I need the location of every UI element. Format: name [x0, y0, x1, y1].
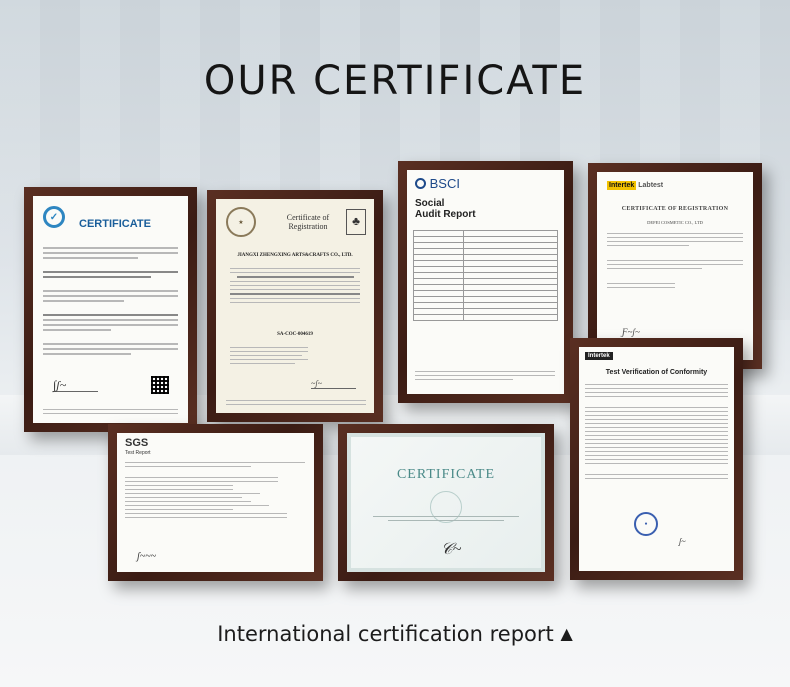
- details-block: [230, 344, 360, 367]
- certificate-body: [607, 230, 743, 291]
- intertek-logo: Intertek: [585, 352, 613, 360]
- report-subtitle: Test Report: [125, 450, 151, 456]
- qr-code-icon: [151, 376, 169, 394]
- certificate-title: CERTIFICATE OF REGISTRATION: [621, 206, 729, 212]
- certificate-frame-registration[interactable]: ★ Certificate of Registration ♣ JIANGXI …: [207, 190, 383, 422]
- page-title: OUR CERTIFICATE: [203, 58, 587, 104]
- company-name: JIANGXI ZHENGXING ARTS&CRAFTS CO., LTD.: [237, 253, 353, 258]
- certificate-heading: Certificate of Registration: [268, 213, 348, 231]
- signature: Ƒ~ʃ~: [622, 327, 640, 337]
- bsci-globe-icon: [415, 178, 426, 189]
- certificate-paper: ★ Certificate of Registration ♣ JIANGXI …: [216, 199, 374, 413]
- intertek-brand: Intertek: [607, 181, 637, 190]
- title-line1: Social: [415, 198, 445, 209]
- bsci-logo-text: BSCI: [429, 176, 460, 191]
- title-line2: Registration: [288, 222, 328, 231]
- footer-lines: [226, 397, 366, 408]
- certificate-paper: Intertek Test Verification of Conformity…: [579, 347, 734, 571]
- certificate-body: [230, 265, 360, 306]
- certificate-frame-intertek-verification[interactable]: Intertek Test Verification of Conformity…: [570, 338, 743, 580]
- footer-lines: [43, 406, 178, 417]
- signature: ʃ~: [679, 537, 686, 546]
- caption-text: International certification report: [217, 622, 554, 646]
- footer-caption: International certification report ▲: [0, 622, 790, 646]
- certificate-paper: BSCI Social Audit Report: [407, 170, 564, 394]
- intertek-logo: Intertek Labtest: [607, 181, 664, 190]
- association-seal-icon: ★: [226, 207, 256, 237]
- bsci-logo: BSCI: [415, 176, 460, 191]
- certificate-frame-sgs[interactable]: SGS Test Report ʃ~~~: [108, 424, 323, 581]
- signature: ∫ʃ~: [53, 378, 98, 392]
- title-line1: Certificate of: [286, 213, 330, 222]
- title-line2: Audit Report: [415, 209, 476, 220]
- company-name: DEFEI COSMETIC CO., LTD: [647, 220, 703, 225]
- labtest-brand: Labtest: [638, 182, 664, 189]
- footer-notes: [415, 368, 555, 383]
- certificate-frame-generic[interactable]: CERTIFICATE 𝒞~: [338, 424, 554, 581]
- report-body: [125, 459, 305, 521]
- certificate-title: CERTIFICATE: [396, 467, 496, 482]
- signature: ~ʃ~: [311, 379, 356, 389]
- report-body: [585, 381, 728, 482]
- certificate-paper: Intertek Labtest CERTIFICATE OF REGISTRA…: [597, 172, 753, 360]
- stamp-icon: ●: [634, 512, 658, 536]
- up-arrow-icon: ▲: [560, 624, 573, 643]
- certificate-paper: CERTIFICATE 𝒞~: [347, 433, 545, 572]
- sgs-logo: SGS: [125, 437, 149, 449]
- certificate-title: CERTIFICATE: [79, 218, 151, 230]
- certificate-paper: ✓ CERTIFICATE ∫ʃ~: [33, 196, 188, 423]
- signature: 𝒞~: [441, 541, 462, 558]
- certificate-frame-fsc[interactable]: ✓ CERTIFICATE ∫ʃ~: [24, 187, 197, 432]
- certificate-body: [43, 244, 178, 358]
- signature: ʃ~~~: [137, 551, 157, 562]
- report-title: Social Audit Report: [415, 198, 476, 220]
- report-table: [412, 230, 558, 321]
- certificate-title: Test Verification of Conformity: [605, 369, 708, 376]
- certificate-body: [373, 513, 519, 524]
- fsc-logo-icon: ✓: [43, 206, 65, 228]
- certificate-code: SA-COC-004619: [277, 332, 313, 337]
- certificate-paper: SGS Test Report ʃ~~~: [117, 433, 314, 572]
- certificate-frame-bsci[interactable]: BSCI Social Audit Report: [398, 161, 573, 403]
- fsc-tree-icon: ♣: [346, 209, 366, 235]
